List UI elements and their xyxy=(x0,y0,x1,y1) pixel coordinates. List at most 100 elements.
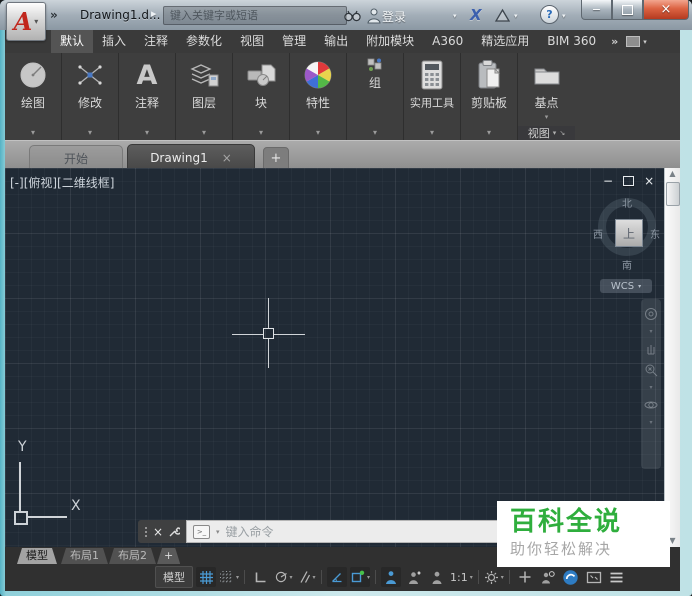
ribbon-tab-bim360[interactable]: BIM 360 xyxy=(538,30,605,53)
panel-draw[interactable]: 绘图 ▾ xyxy=(5,53,62,140)
layout-tab-layout1[interactable]: 布局1 xyxy=(61,548,108,564)
panel-block[interactable]: 块 ▾ xyxy=(233,53,290,140)
ribbon-minimize-button[interactable]: ▾ xyxy=(626,30,647,53)
object-snap-tracking-button[interactable] xyxy=(327,567,347,587)
command-close-icon[interactable]: × xyxy=(153,525,163,539)
viewcube-top-face[interactable]: 上 xyxy=(615,219,643,247)
panel-group[interactable]: 组 ▾ xyxy=(347,53,404,140)
scroll-up-icon[interactable]: ▲ xyxy=(669,168,675,180)
annotation-scale-button[interactable] xyxy=(427,567,447,587)
ribbon-tab-addins[interactable]: 附加模块 xyxy=(357,30,423,53)
file-tab-close-icon[interactable]: × xyxy=(222,151,232,165)
panel-utilities-dropdown-icon[interactable]: ▾ xyxy=(430,128,434,140)
panel-layers[interactable]: 图层 ▾ xyxy=(176,53,233,140)
workspace-switching-button[interactable]: ▾ xyxy=(484,567,504,587)
sign-in-button[interactable]: 登录 xyxy=(382,8,406,25)
panel-base-dropdown-icon[interactable]: ▾ xyxy=(545,113,549,121)
drawing-minimize-button[interactable]: − xyxy=(603,174,613,188)
drawing-close-button[interactable]: × xyxy=(644,174,654,188)
ribbon-tab-overflow-icon[interactable]: » xyxy=(611,30,618,53)
panel-view-base[interactable]: 基点 ▾ 视图 ▾ ↘ xyxy=(518,53,575,140)
view-panel-dropdown-icon[interactable]: ▾ xyxy=(553,129,557,137)
sign-in-dropdown-icon[interactable]: ▾ xyxy=(453,12,457,20)
viewcube-south-label[interactable]: 南 xyxy=(622,257,632,272)
panel-utilities[interactable]: 实用工具 ▾ xyxy=(404,53,461,140)
snap-dropdown-icon[interactable]: ▾ xyxy=(236,574,239,581)
view-panel-launcher-icon[interactable]: ↘ xyxy=(559,129,565,137)
vertical-scrollbar[interactable]: ▲ ▼ xyxy=(664,168,680,547)
panel-properties[interactable]: 特性 ▾ xyxy=(290,53,347,140)
annotation-visibility-button[interactable] xyxy=(381,567,401,587)
panel-draw-dropdown-icon[interactable]: ▾ xyxy=(31,128,35,140)
view-panel-title[interactable]: 视图 ▾ ↘ xyxy=(518,126,575,140)
panel-group-dropdown-icon[interactable]: ▾ xyxy=(373,128,377,140)
navigation-wheel-icon[interactable] xyxy=(644,307,658,321)
new-layout-button[interactable]: + xyxy=(157,548,180,564)
panel-clipboard-dropdown-icon[interactable]: ▾ xyxy=(487,128,491,140)
polar-dropdown-icon[interactable]: ▾ xyxy=(290,574,293,581)
application-menu-button[interactable]: A ▾ xyxy=(6,2,46,41)
model-space-button[interactable]: 模型 xyxy=(155,566,193,588)
graphics-performance-button[interactable] xyxy=(561,567,581,587)
scale-value-button[interactable]: 1:1 ▾ xyxy=(450,567,473,587)
drawing-canvas[interactable]: [-][俯视][二维线框] − × 北 南 西 东 上 WCS ▾ ▾ ▾ ▾ xyxy=(5,168,680,547)
panel-clipboard[interactable]: 剪贴板 ▾ xyxy=(461,53,518,140)
pan-hand-icon[interactable] xyxy=(644,342,658,356)
zoom-dropdown-icon[interactable]: ▾ xyxy=(649,384,652,391)
navbar-dropdown-icon[interactable]: ▾ xyxy=(649,328,652,335)
panel-layers-dropdown-icon[interactable]: ▾ xyxy=(202,128,206,140)
viewcube-east-label[interactable]: 东 xyxy=(650,226,660,241)
command-input[interactable]: >_ ▾ 键入命令 xyxy=(186,520,500,543)
ribbon-tab-parametric[interactable]: 参数化 xyxy=(177,30,231,53)
help-button[interactable]: ? xyxy=(540,5,559,24)
wcs-selector[interactable]: WCS ▾ xyxy=(600,279,652,293)
panel-modify[interactable]: 修改 ▾ xyxy=(62,53,119,140)
polar-tracking-button[interactable]: ▾ xyxy=(273,567,293,587)
ribbon-tab-insert[interactable]: 插入 xyxy=(93,30,135,53)
recent-commands-dropdown-icon[interactable]: ▾ xyxy=(216,528,220,536)
autodesk-exchange-icon[interactable]: X xyxy=(470,6,482,24)
ribbon-tab-a360[interactable]: A360 xyxy=(423,30,472,53)
scroll-down-icon[interactable]: ▼ xyxy=(669,535,675,547)
viewport-controls-label[interactable]: [-][俯视][二维线框] xyxy=(10,174,114,191)
panel-modify-dropdown-icon[interactable]: ▾ xyxy=(88,128,92,140)
new-drawing-tab-button[interactable]: + xyxy=(263,147,289,170)
osnap-dropdown-icon[interactable]: ▾ xyxy=(367,574,370,581)
restore-button[interactable] xyxy=(612,0,643,20)
scale-dropdown-icon[interactable]: ▾ xyxy=(470,574,473,581)
showmotion-dropdown-icon[interactable]: ▾ xyxy=(649,419,652,426)
a360-icon[interactable] xyxy=(494,6,511,24)
panel-annotate-dropdown-icon[interactable]: ▾ xyxy=(145,128,149,140)
ribbon-tab-manage[interactable]: 管理 xyxy=(273,30,315,53)
help-dropdown-icon[interactable]: ▾ xyxy=(562,12,566,20)
ribbon-tab-home[interactable]: 默认 xyxy=(51,30,93,53)
object-snap-button[interactable]: ▾ xyxy=(350,567,370,587)
clean-screen-button[interactable] xyxy=(584,567,604,587)
drawing-restore-button[interactable] xyxy=(623,176,634,186)
ortho-mode-button[interactable] xyxy=(250,567,270,587)
isoplane-dropdown-icon[interactable]: ▾ xyxy=(313,574,316,581)
zoom-icon[interactable] xyxy=(644,363,658,377)
search-binoculars-icon[interactable] xyxy=(343,6,362,24)
snap-mode-button[interactable]: ▾ xyxy=(219,567,239,587)
autoscale-button[interactable] xyxy=(404,567,424,587)
quick-access-expand-button[interactable]: » xyxy=(50,8,58,22)
ribbon-tab-output[interactable]: 输出 xyxy=(315,30,357,53)
panel-annotate[interactable]: A 注释 ▾ xyxy=(119,53,176,140)
isolate-objects-button[interactable] xyxy=(538,567,558,587)
workspace-dropdown-icon[interactable]: ▾ xyxy=(501,574,504,581)
command-dock-grip[interactable]: × xyxy=(138,520,186,543)
ribbon-tab-annotate[interactable]: 注释 xyxy=(135,30,177,53)
ribbon-tab-featured-apps[interactable]: 精选应用 xyxy=(472,30,538,53)
file-tab-drawing1[interactable]: Drawing1 × xyxy=(127,144,255,171)
scrollbar-thumb[interactable] xyxy=(666,182,680,206)
minimize-button[interactable]: − xyxy=(581,0,612,20)
ribbon-tab-view[interactable]: 视图 xyxy=(231,30,273,53)
viewcube-north-label[interactable]: 北 xyxy=(622,195,632,210)
orbit-icon[interactable] xyxy=(644,398,658,412)
panel-properties-dropdown-icon[interactable]: ▾ xyxy=(316,128,320,140)
customization-button[interactable] xyxy=(607,567,627,587)
isometric-drafting-button[interactable]: ▾ xyxy=(296,567,316,587)
layout-tab-model[interactable]: 模型 xyxy=(17,548,57,564)
close-button[interactable]: × xyxy=(643,0,689,20)
